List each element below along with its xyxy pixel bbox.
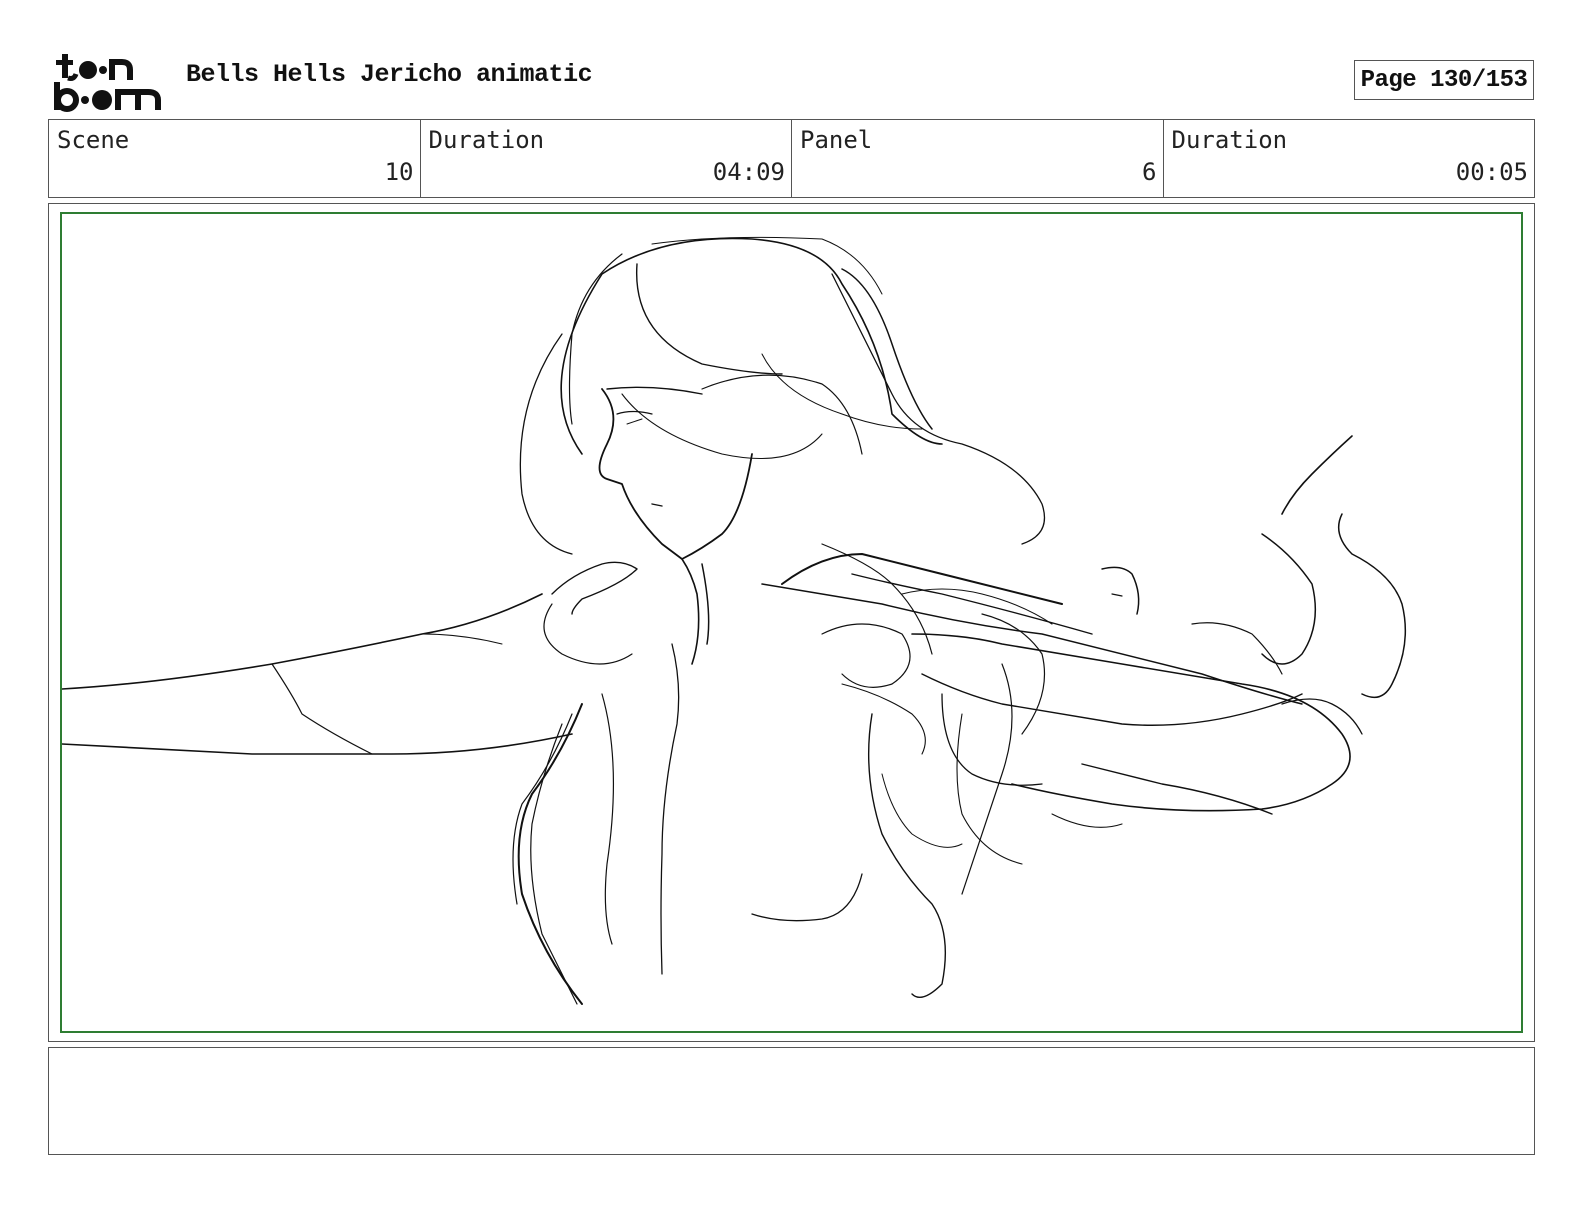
storyboard-info-row: Scene 10 Duration 04:09 Panel 6 Duration… xyxy=(48,119,1535,198)
panel-duration-value: 00:05 xyxy=(1455,158,1528,186)
panel-label: Panel xyxy=(800,126,873,154)
document-title: Bells Hells Jericho animatic xyxy=(186,60,593,89)
scene-duration-value: 04:09 xyxy=(712,158,785,186)
scene-label: Scene xyxy=(57,126,130,154)
sketch-drawing xyxy=(62,236,1407,1005)
panel-notes-area xyxy=(48,1047,1535,1155)
panel-duration-label: Duration xyxy=(1171,126,1288,154)
panel-duration-cell: Duration 00:05 xyxy=(1164,120,1535,197)
panel-drawing-frame xyxy=(60,212,1523,1033)
scene-duration-cell: Duration 04:09 xyxy=(421,120,792,197)
panel-value: 6 xyxy=(1142,158,1157,186)
scene-value: 10 xyxy=(384,158,414,186)
scene-cell: Scene 10 xyxy=(49,120,421,197)
panel-cell: Panel 6 xyxy=(792,120,1164,197)
scene-duration-label: Duration xyxy=(428,126,545,154)
page-indicator: Page 130/153 xyxy=(1354,60,1534,100)
toon-boom-logo xyxy=(54,54,161,112)
